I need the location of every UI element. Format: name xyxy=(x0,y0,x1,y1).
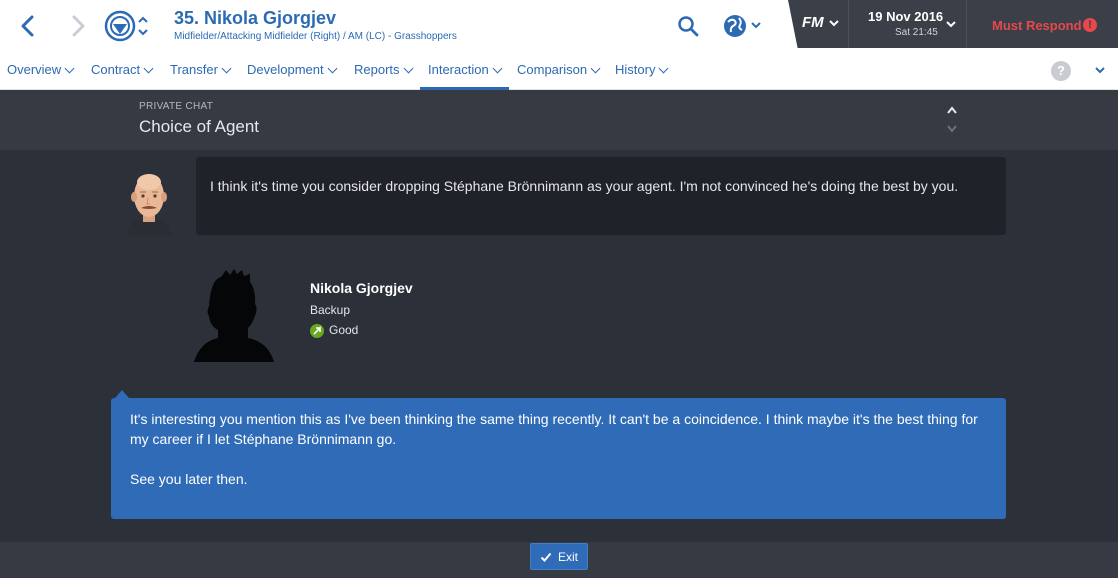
checkmark-icon xyxy=(540,552,552,562)
chevron-down-icon xyxy=(492,63,503,74)
chevron-down-icon xyxy=(829,20,839,27)
search-icon[interactable] xyxy=(676,14,700,38)
chevron-down-icon xyxy=(403,63,413,74)
chevron-down-icon xyxy=(143,63,154,74)
player-reply: It's interesting you mention this as I'v… xyxy=(111,398,1006,519)
chat-kicker: PRIVATE CHAT xyxy=(139,101,214,112)
tab-contract[interactable]: Contract xyxy=(91,54,154,90)
reply-paragraph: See you later then. xyxy=(130,471,248,487)
globe-icon[interactable] xyxy=(722,12,764,40)
tab-label: History xyxy=(615,62,656,77)
must-respond-button[interactable]: Must Respond ! xyxy=(966,0,1118,48)
tab-development[interactable]: Development xyxy=(247,54,338,90)
manager-message: I think it's time you consider dropping … xyxy=(196,157,1006,235)
reply-paragraph: It's interesting you mention this as I'v… xyxy=(130,411,978,447)
interaction-rating: Good xyxy=(329,323,359,337)
arrow-up-right-icon xyxy=(310,324,324,338)
chevron-up-icon[interactable] xyxy=(946,105,958,115)
tab-label: Reports xyxy=(354,62,400,77)
tab-transfer[interactable]: Transfer xyxy=(170,54,232,90)
chevron-down-icon[interactable] xyxy=(1094,64,1106,76)
player-avatar xyxy=(194,269,274,362)
page-title: 35. Nikola Gjorgjev xyxy=(174,8,337,28)
chevron-down-icon xyxy=(590,63,601,74)
tab-label: Interaction xyxy=(428,62,489,77)
tab-bar: Overview Contract Transfer Development R… xyxy=(0,54,1118,90)
chevron-down-icon[interactable] xyxy=(946,124,958,134)
chevron-down-icon xyxy=(221,63,232,74)
tab-label: Overview xyxy=(7,62,62,77)
speech-tail xyxy=(115,390,129,398)
manager-avatar xyxy=(124,166,174,236)
date-button[interactable]: 19 Nov 2016 Sat 21:45 xyxy=(848,0,966,48)
alert-icon: ! xyxy=(1083,18,1097,32)
must-respond-label: Must Respond xyxy=(992,18,1082,33)
fm-logo: FM xyxy=(802,14,824,31)
tab-label: Transfer xyxy=(170,62,218,77)
chat-header: PRIVATE CHAT Choice of Agent xyxy=(0,90,1118,150)
chevron-down-icon xyxy=(64,63,75,74)
tab-history[interactable]: History xyxy=(615,54,669,90)
chat-title: Choice of Agent xyxy=(139,117,260,136)
tab-comparison[interactable]: Comparison xyxy=(517,54,601,90)
back-arrow-icon[interactable] xyxy=(16,12,40,40)
help-icon[interactable]: ? xyxy=(1051,61,1071,81)
player-switch-icon[interactable] xyxy=(136,12,150,40)
tab-label: Development xyxy=(247,62,324,77)
chevron-down-icon xyxy=(327,63,338,74)
tab-label: Comparison xyxy=(517,62,588,77)
forward-arrow-icon[interactable] xyxy=(66,12,90,40)
squad-status: Backup xyxy=(310,303,351,317)
tab-overview[interactable]: Overview xyxy=(7,54,75,90)
tab-reports[interactable]: Reports xyxy=(354,54,413,90)
tab-interaction[interactable]: Interaction xyxy=(420,54,509,90)
club-badge-icon[interactable] xyxy=(104,10,136,42)
chevron-down-icon xyxy=(946,21,956,28)
fm-menu-button[interactable]: FM xyxy=(788,0,848,48)
player-name[interactable]: Nikola Gjorgjev xyxy=(310,280,413,296)
current-date: 19 Nov 2016 xyxy=(868,9,944,24)
top-header: 35. Nikola Gjorgjev Midfielder/Attacking… xyxy=(0,0,1118,54)
exit-button[interactable]: Exit xyxy=(530,543,588,570)
chevron-down-icon xyxy=(659,63,669,74)
tab-label: Contract xyxy=(91,62,141,77)
player-subtitle[interactable]: Midfielder/Attacking Midfielder (Right) … xyxy=(174,31,457,42)
current-time: Sat 21:45 xyxy=(895,27,938,38)
exit-label: Exit xyxy=(558,550,579,564)
